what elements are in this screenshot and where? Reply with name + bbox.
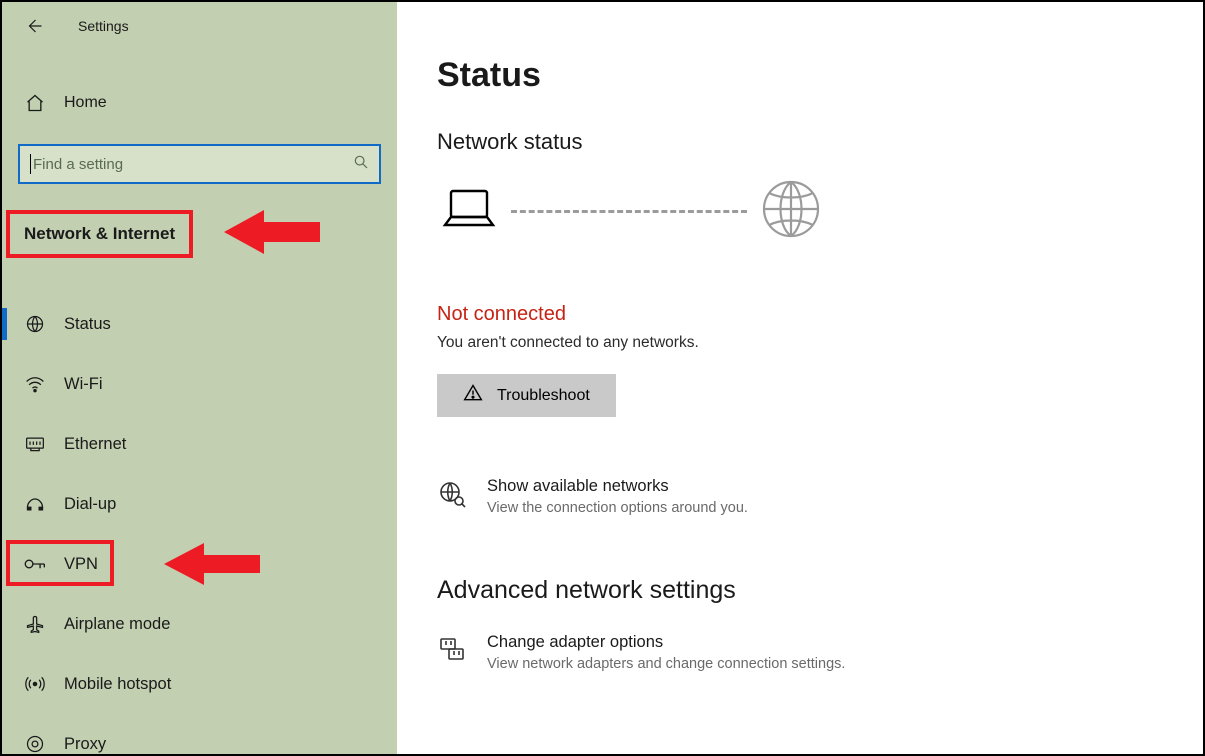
status-title: Not connected [437,303,1163,326]
nav-item-wifi[interactable]: Wi-Fi [2,354,397,414]
nav-item-airplane[interactable]: Airplane mode [2,594,397,654]
advanced-heading: Advanced network settings [437,576,1163,605]
nav-label: Wi-Fi [64,375,102,394]
titlebar: Settings [2,10,397,50]
troubleshoot-button[interactable]: Troubleshoot [437,374,616,417]
nav-item-ethernet[interactable]: Ethernet [2,414,397,474]
troubleshoot-label: Troubleshoot [497,387,590,405]
nav-label: Ethernet [64,435,126,454]
search-icon [353,154,369,174]
search-box[interactable] [18,144,381,184]
adapter-subtitle: View network adapters and change connect… [487,656,845,672]
show-networks-button[interactable]: Show available networks View the connect… [437,477,1163,516]
nav-item-proxy[interactable]: Proxy [2,714,397,756]
annotation-arrow-icon [224,204,320,260]
nav-label: VPN [64,555,98,574]
status-description: You aren't connected to any networks. [437,334,1163,352]
page-heading: Status [437,56,1163,95]
annotation-arrow-icon [164,538,260,590]
settings-window: Settings Home Network & Internet [0,0,1205,756]
dialup-icon [24,493,46,515]
ethernet-icon [24,433,46,455]
nav-item-hotspot[interactable]: Mobile hotspot [2,654,397,714]
category-label: Network & Internet [6,210,193,258]
adapter-icon [437,635,467,665]
show-networks-title: Show available networks [487,477,748,496]
section-heading: Network status [437,129,1163,155]
nav-label: Mobile hotspot [64,675,171,694]
category-header: Network & Internet [2,210,397,258]
nav-label: Proxy [64,735,106,754]
warning-triangle-icon [463,383,483,408]
nav-item-vpn[interactable]: VPN [2,534,397,594]
sidebar: Settings Home Network & Internet [2,2,397,754]
globe-icon [24,313,46,335]
back-button[interactable] [20,12,48,40]
vpn-icon [24,553,46,575]
airplane-icon [24,613,46,635]
network-diagram [441,179,1163,243]
adapter-title: Change adapter options [487,633,845,652]
nav-label: Status [64,315,111,334]
home-label: Home [64,94,107,112]
main-content: Status Network status Not connected You … [397,2,1203,754]
text-cursor [30,154,31,174]
wifi-icon [24,373,46,395]
globe-search-icon [437,479,467,509]
hotspot-icon [24,673,46,695]
home-icon [24,92,46,114]
globe-outline-icon [761,179,821,243]
laptop-icon [441,185,497,237]
show-networks-subtitle: View the connection options around you. [487,500,748,516]
nav-list: Status Wi-Fi Ethernet Dial-up [2,294,397,756]
home-button[interactable]: Home [2,74,397,132]
nav-label: Airplane mode [64,615,170,634]
search-container [2,144,397,194]
arrow-left-icon [25,17,43,35]
window-title: Settings [78,18,129,34]
connection-line [511,210,747,213]
search-input[interactable] [33,156,353,173]
nav-label: Dial-up [64,495,116,514]
change-adapter-button[interactable]: Change adapter options View network adap… [437,633,1163,672]
nav-item-dialup[interactable]: Dial-up [2,474,397,534]
proxy-icon [24,733,46,755]
nav-item-status[interactable]: Status [2,294,397,354]
